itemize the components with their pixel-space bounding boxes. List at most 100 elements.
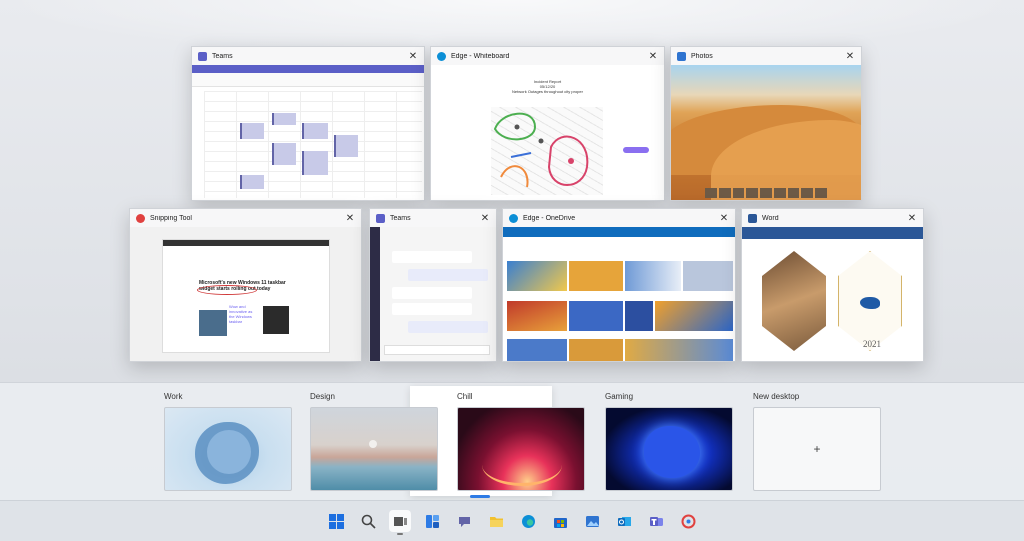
start-button[interactable] [325, 510, 347, 532]
close-icon[interactable]: ✕ [845, 51, 855, 62]
desktop-design[interactable]: Design [310, 392, 438, 491]
desktop-thumbnail[interactable] [605, 407, 733, 491]
photo-tile[interactable] [507, 339, 567, 361]
window-titlebar: Teams ✕ [192, 47, 424, 65]
close-icon[interactable]: ✕ [907, 213, 917, 224]
store-button[interactable] [549, 510, 571, 532]
window-teams-chat[interactable]: Teams ✕ [369, 208, 497, 362]
map-annotations [493, 112, 589, 188]
window-title: Photos [691, 52, 713, 60]
calendar-event [240, 175, 264, 189]
close-icon[interactable]: ✕ [345, 213, 355, 224]
calendar-event [302, 151, 328, 175]
desktop-thumbnail[interactable] [310, 407, 438, 491]
desktop-label: Design [310, 392, 335, 401]
word-icon [748, 213, 757, 223]
start-icon [328, 513, 344, 529]
chat-message [408, 321, 488, 333]
moon [369, 440, 377, 448]
file-explorer-button[interactable] [485, 510, 507, 532]
compose-box[interactable] [384, 345, 490, 355]
photo-tile[interactable] [625, 301, 653, 331]
edge-icon [509, 213, 518, 223]
photo-tile[interactable] [655, 301, 733, 331]
new-desktop-button[interactable]: + [753, 407, 881, 491]
chat-message [408, 269, 488, 281]
widgets-button[interactable] [421, 510, 443, 532]
chat-icon [458, 516, 470, 527]
snipping-tool-button[interactable] [677, 510, 699, 532]
desktop-thumbnail[interactable] [457, 407, 585, 491]
window-edge-whiteboard[interactable]: Edge - Whiteboard ✕ Incident Report 05/1… [430, 46, 665, 201]
calendar-event [240, 123, 264, 139]
photo-tile[interactable] [683, 261, 733, 291]
teams-button[interactable] [645, 510, 667, 532]
calendar-view [192, 65, 424, 200]
teams-icon [376, 213, 385, 223]
teams-icon [198, 51, 207, 61]
desktop-thumbnail[interactable] [164, 407, 292, 491]
current-desktop-indicator [470, 495, 490, 498]
window-snipping-tool[interactable]: Snipping Tool ✕ Microsoft's new Windows … [129, 208, 362, 362]
window-titlebar: Teams ✕ [370, 209, 496, 227]
calendar-grid [204, 91, 422, 198]
window-titlebar: Photos ✕ [671, 47, 861, 65]
chat-view [370, 227, 496, 361]
window-title: Snipping Tool [150, 214, 192, 222]
calendar-event [272, 143, 296, 165]
outlook-button[interactable] [613, 510, 635, 532]
window-title: Word [762, 214, 779, 222]
word-document: 2021 [742, 227, 923, 361]
edge-button[interactable] [517, 510, 539, 532]
onedrive-header [503, 227, 735, 237]
article-image [263, 306, 289, 334]
outlook-icon [617, 516, 631, 526]
close-icon[interactable]: ✕ [719, 213, 729, 224]
city-map [491, 107, 603, 195]
close-icon[interactable]: ✕ [648, 51, 658, 62]
edge-icon [437, 51, 446, 61]
window-title: Teams [212, 52, 233, 60]
photo-filmstrip[interactable] [705, 188, 828, 198]
photo-tile[interactable] [569, 339, 623, 361]
desktop-work[interactable]: Work [164, 392, 292, 491]
search-button[interactable] [357, 510, 379, 532]
calendar-toolbar [192, 73, 424, 87]
close-icon[interactable]: ✕ [480, 213, 490, 224]
desktop-label: Gaming [605, 392, 634, 401]
photo-tile[interactable] [625, 339, 733, 361]
teams-icon [649, 516, 663, 526]
task-view-button[interactable] [389, 510, 411, 535]
photo-tile[interactable] [507, 301, 567, 331]
close-icon[interactable]: ✕ [408, 51, 418, 62]
window-teams-calendar[interactable]: Teams ✕ [191, 46, 425, 201]
captured-webpage: Microsoft's new Windows 11 taskbar widge… [162, 239, 330, 353]
window-word[interactable]: Word ✕ 2021 [741, 208, 924, 362]
glow-arc [482, 444, 562, 486]
photo-tile[interactable] [569, 261, 623, 291]
desktop-label: Chill [457, 392, 473, 401]
edge-icon [521, 514, 535, 528]
photo-tile[interactable] [625, 261, 681, 291]
file-explorer-icon [489, 516, 503, 527]
photos-button[interactable] [581, 510, 603, 532]
onedrive-gallery [503, 227, 735, 361]
bloom-shape [207, 430, 251, 474]
whiteboard-heading: Incident Report 05/12/20 Network Outages… [512, 79, 583, 94]
desktop-new[interactable]: New desktop + [753, 392, 881, 491]
desktop-label: Work [164, 392, 183, 401]
chat-button[interactable] [453, 510, 475, 532]
word-ribbon [742, 227, 923, 239]
search-icon [361, 514, 376, 529]
photo-tile[interactable] [569, 301, 623, 331]
window-photos[interactable]: Photos ✕ [670, 46, 862, 201]
snipping-tool-icon [681, 514, 695, 528]
webpage-header [163, 240, 329, 246]
photo-tile[interactable] [507, 261, 567, 291]
desktop-chill[interactable]: Chill [457, 392, 585, 491]
window-edge-onedrive[interactable]: Edge - OneDrive ✕ [502, 208, 736, 362]
chat-message [392, 251, 472, 263]
desktop-gaming[interactable]: Gaming [605, 392, 733, 491]
window-titlebar: Snipping Tool ✕ [130, 209, 361, 227]
whiteboard-canvas: Incident Report 05/12/20 Network Outages… [431, 65, 664, 200]
